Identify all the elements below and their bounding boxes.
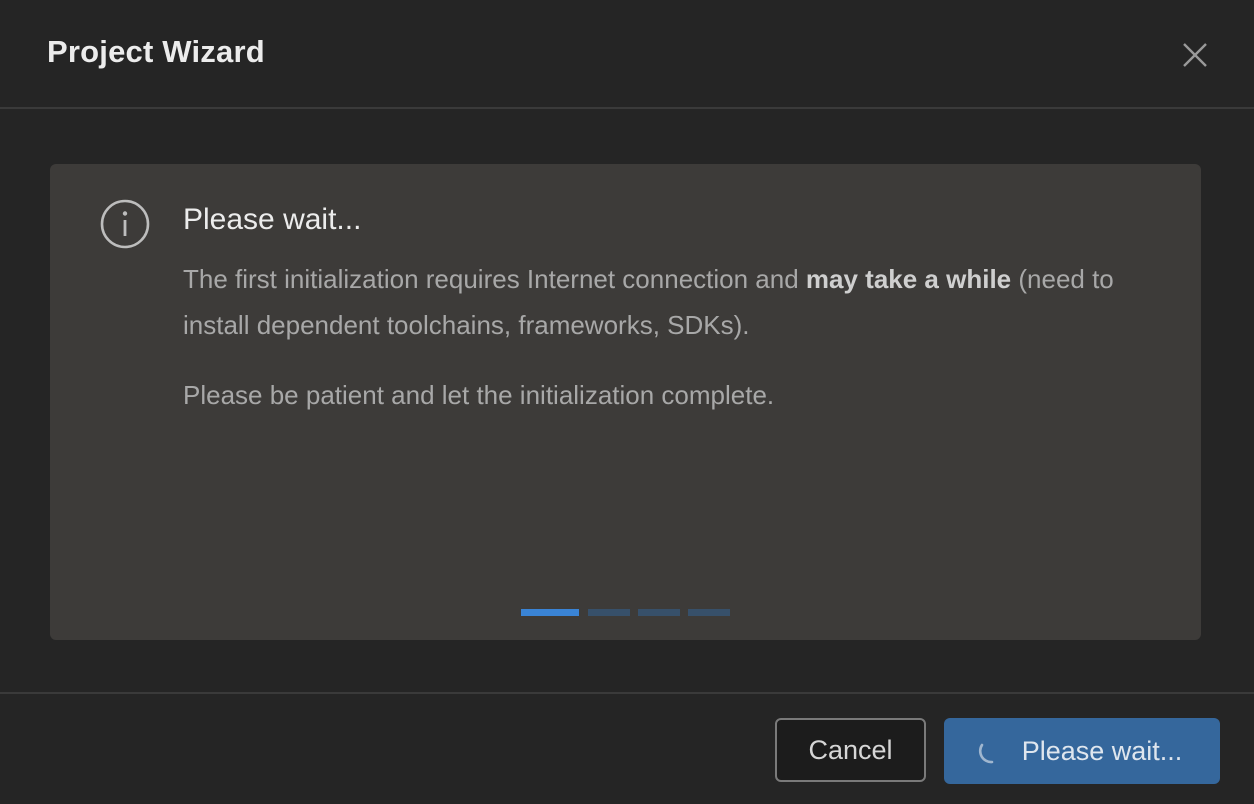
info-panel: Please wait... The first initialization …: [50, 164, 1201, 640]
spinner-icon: [978, 743, 994, 764]
page-indicator-dot-1[interactable]: [521, 609, 579, 616]
project-wizard-dialog: Project Wizard Please wait... The first …: [0, 0, 1254, 804]
page-indicator-dot-4[interactable]: [688, 609, 730, 616]
close-button[interactable]: [1174, 36, 1214, 76]
info-icon: [100, 199, 150, 249]
cancel-button[interactable]: Cancel: [775, 718, 926, 782]
info-message: The first initialization requires Intern…: [183, 256, 1173, 348]
page-indicator-dot-2[interactable]: [588, 609, 630, 616]
close-icon: [1183, 43, 1207, 67]
page-indicator-dot-3[interactable]: [638, 609, 680, 616]
dialog-header: Project Wizard: [0, 0, 1254, 109]
info-title: Please wait...: [183, 203, 362, 236]
info-secondary-message: Please be patient and let the initializa…: [183, 380, 775, 410]
please-wait-button[interactable]: Please wait...: [944, 718, 1220, 784]
please-wait-button-label: Please wait...: [1021, 735, 1183, 766]
dialog-footer: Cancel Please wait...: [0, 692, 1254, 804]
info-message-emphasis: may take a while: [805, 264, 1012, 294]
dialog-title: Project Wizard: [47, 34, 265, 69]
info-message-part1: The first initialization requires Intern…: [183, 264, 806, 294]
dialog-body: Please wait... The first initialization …: [0, 109, 1254, 692]
